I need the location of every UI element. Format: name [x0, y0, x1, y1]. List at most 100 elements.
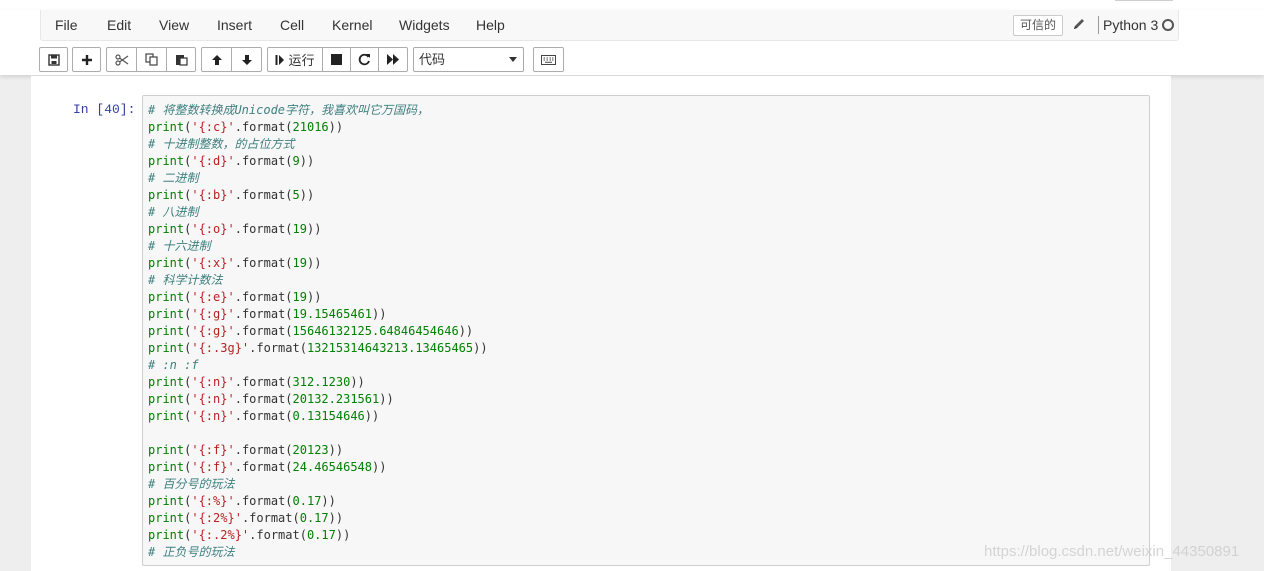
code-token: )) [473, 341, 488, 355]
menubar: File Edit View Insert Cell Kernel Widget… [40, 10, 1179, 41]
code-line: print('{:d}'.format(9)) [148, 153, 488, 170]
code-token: # 十进制整数，的占位方式 [148, 137, 295, 151]
run-label: 运行 [288, 53, 315, 68]
code-token: print [148, 290, 185, 304]
menu-kernel[interactable]: Kernel [332, 17, 372, 33]
copy-button[interactable] [136, 47, 167, 72]
code-token: # 科学计数法 [148, 273, 223, 287]
code-token: )) [328, 511, 344, 525]
code-token: '{:f}' [191, 460, 235, 474]
code-line: print('{:c}'.format(21016)) [148, 119, 488, 136]
code-token: 24.46546548 [292, 460, 372, 474]
menu-insert[interactable]: Insert [217, 17, 252, 33]
code-token: 9 [292, 154, 300, 168]
menu-view[interactable]: View [159, 17, 189, 33]
step-forward-icon [275, 54, 285, 66]
cell-type-value: 代码 [419, 52, 446, 67]
code-token: )) [299, 188, 315, 202]
code-token: '{:x}' [191, 256, 235, 270]
copy-icon [145, 53, 158, 66]
trusted-indicator[interactable]: 可信的 [1013, 15, 1064, 36]
code-token: print [148, 307, 185, 321]
move-up-button[interactable] [201, 47, 232, 72]
save-button[interactable] [39, 47, 68, 72]
code-line: print('{:x}'.format(19)) [148, 255, 488, 272]
menu-file[interactable]: File [55, 17, 78, 33]
code-token: 19.15465461 [292, 307, 372, 321]
refresh-icon [358, 53, 371, 66]
code-token: 5 [292, 188, 300, 202]
code-token: .format( [234, 290, 293, 304]
code-token: # 八进制 [148, 205, 199, 219]
code-token: print [148, 256, 185, 270]
code-token: 0.17 [292, 494, 322, 508]
code-token: 0.17 [299, 511, 329, 525]
code-token: '{:n}' [191, 375, 235, 389]
code-line: print('{:g}'.format(19.15465461)) [148, 306, 488, 323]
run-button[interactable]: 运行 [267, 47, 323, 72]
interrupt-button[interactable] [322, 47, 351, 72]
code-token: )) [306, 222, 322, 236]
code-token: .format( [234, 460, 293, 474]
kernel-idle-icon [1162, 19, 1174, 31]
paste-button[interactable] [166, 47, 196, 72]
menu-widgets[interactable]: Widgets [399, 17, 450, 33]
code-line: print('{:n}'.format(0.13154646)) [148, 408, 488, 425]
code-line: # 八进制 [148, 204, 488, 221]
code-token: print [148, 494, 185, 508]
kernel-name[interactable]: Python 3 [1103, 17, 1158, 33]
code-token: )) [372, 460, 387, 474]
code-line: # 科学计数法 [148, 272, 488, 289]
code-token: '{:.2%}' [191, 528, 250, 542]
code-token: .format( [234, 409, 293, 423]
code-token: # :n :f [148, 358, 199, 372]
code-token: # 二进制 [148, 171, 199, 185]
code-line: print('{:o}'.format(19)) [148, 221, 488, 238]
code-token: 312.1230 [292, 375, 351, 389]
pencil-icon[interactable] [1071, 16, 1087, 32]
menu-help[interactable]: Help [476, 17, 505, 33]
insert-cell-button[interactable] [72, 47, 101, 72]
header-panel: File Edit View Insert Cell Kernel Widget… [0, 10, 1264, 75]
code-token: .format( [234, 307, 293, 321]
paste-icon [175, 53, 188, 66]
restart-kernel-button[interactable] [350, 47, 379, 72]
code-token: print [148, 341, 185, 355]
kernel-separator [1098, 16, 1099, 34]
cell-type-select[interactable]: 代码 [413, 47, 524, 72]
code-token: 0.17 [306, 528, 336, 542]
menu-cell[interactable]: Cell [280, 17, 304, 33]
code-line: print('{:n}'.format(312.1230)) [148, 374, 488, 391]
code-token: 20132.231561 [292, 392, 380, 406]
code-token: )) [321, 494, 336, 508]
code-token: )) [350, 375, 365, 389]
arrow-down-icon [241, 54, 253, 66]
code-line: print('{:.2%}'.format(0.17)) [148, 527, 488, 544]
restart-run-all-button[interactable] [378, 47, 408, 72]
code-token: 19 [292, 256, 307, 270]
code-token: '{:d}' [191, 154, 235, 168]
code-token: '{:.3g}' [191, 341, 250, 355]
code-cell-input[interactable]: # 将整数转换成Unicode字符，我喜欢叫它万国码， print('{:c}'.… [142, 95, 1150, 566]
code-token: .format( [234, 120, 293, 134]
code-token: '{:f}' [191, 443, 235, 457]
code-line: print('{:f}'.format(20123)) [148, 442, 488, 459]
chevron-down-icon [509, 57, 517, 62]
code-token: )) [458, 324, 474, 338]
code-token: print [148, 188, 185, 202]
code-token: )) [335, 528, 351, 542]
move-down-button[interactable] [231, 47, 262, 72]
code-token: )) [364, 409, 380, 423]
cut-button[interactable] [106, 47, 137, 72]
command-palette-button[interactable] [533, 47, 564, 72]
code-token: .format( [234, 324, 293, 338]
code-token: .format( [234, 222, 293, 236]
menu-edit[interactable]: Edit [107, 17, 131, 33]
code-token: '{:%}' [191, 494, 235, 508]
code-token: print [148, 324, 185, 338]
arrow-up-icon [211, 54, 223, 66]
code-line: # 十进制整数，的占位方式 [148, 136, 488, 153]
code-token: print [148, 409, 185, 423]
code-token: print [148, 222, 185, 236]
code-editor[interactable]: # 将整数转换成Unicode字符，我喜欢叫它万国码， print('{:c}'.… [148, 102, 488, 561]
